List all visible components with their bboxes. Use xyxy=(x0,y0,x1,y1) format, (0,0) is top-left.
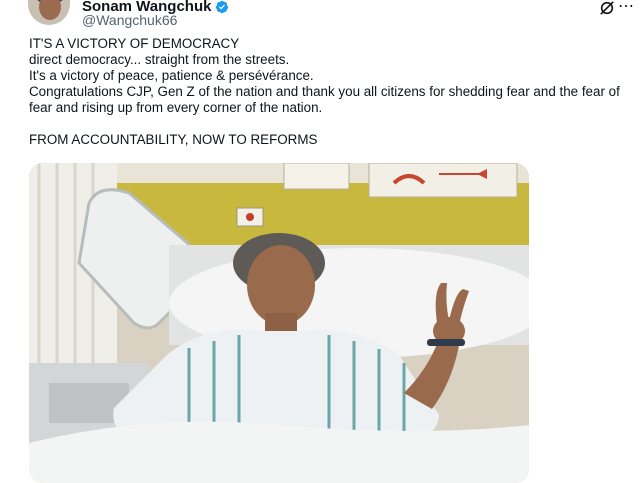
grok-icon[interactable] xyxy=(598,0,616,16)
tweet-closing-line: FROM ACCOUNTABILITY, NOW TO REFORMS xyxy=(29,132,318,147)
tweet-line-4: Congratulations CJP, Gen Z of the nation… xyxy=(29,84,620,115)
tweet-line-3: It's a victory of peace, patience & pers… xyxy=(29,68,314,83)
verified-badge-icon xyxy=(216,0,229,13)
tweet-line-2: direct democracy... straight from the st… xyxy=(29,52,290,67)
tweet-line-1: IT'S A VICTORY OF DEMOCRACY xyxy=(29,36,240,51)
hospital-photo-illustration xyxy=(29,163,529,483)
author-avatar[interactable] xyxy=(28,0,70,25)
more-options-icon[interactable]: ⋯ xyxy=(618,0,635,16)
tweet-text: IT'S A VICTORY OF DEMOCRACY direct democ… xyxy=(29,36,633,148)
author-handle[interactable]: @Wangchuk66 xyxy=(82,12,177,28)
tweet-photo[interactable] xyxy=(29,163,529,483)
